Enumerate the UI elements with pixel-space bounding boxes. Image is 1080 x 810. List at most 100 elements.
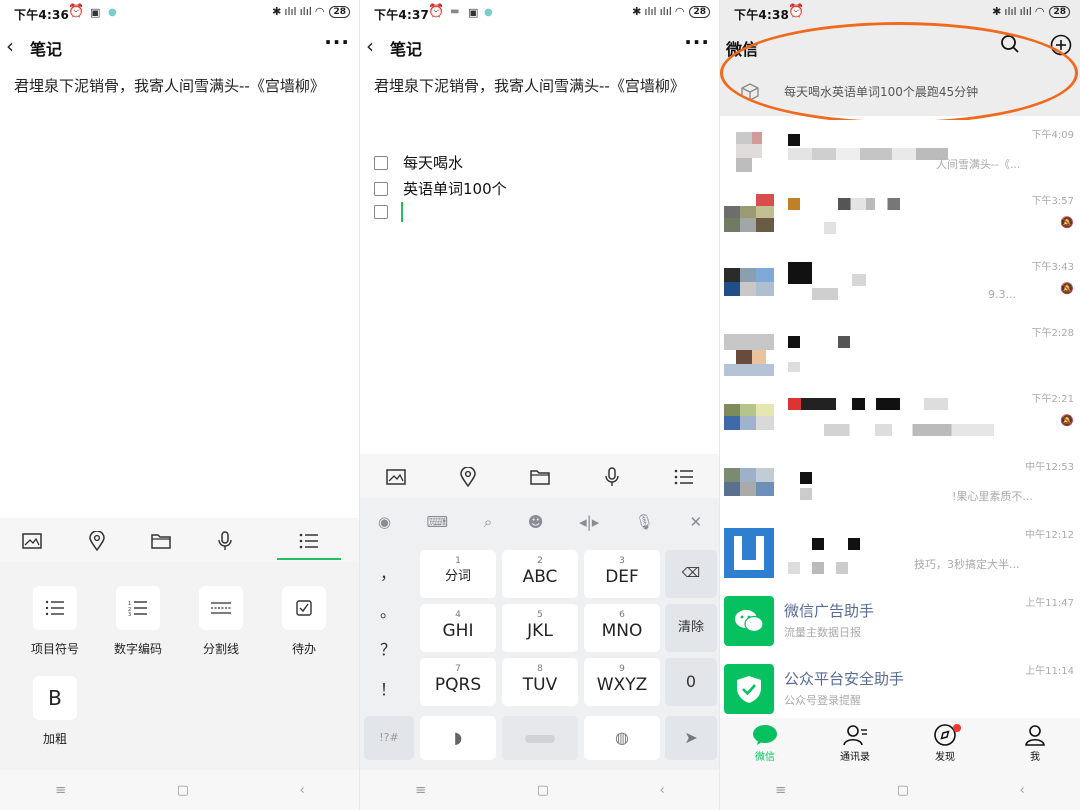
language-key[interactable]: ◍ (584, 716, 660, 760)
chat-row[interactable]: 上午11:47 微信广告助手 流量主数据日报 (720, 588, 1080, 656)
more-icon[interactable]: ··· (684, 30, 710, 54)
chat-preview: 流量主数据日报 (784, 626, 861, 639)
search-icon[interactable]: ⌕ (484, 513, 492, 531)
back-icon[interactable]: ‹ (6, 34, 14, 58)
clear-key[interactable]: 清除 (665, 604, 717, 652)
compass-icon (905, 722, 985, 748)
chat-preview: 9.3... (988, 288, 1016, 301)
chat-row[interactable]: 中午12:53 !果心里素质不... (720, 452, 1080, 520)
folder-icon[interactable] (148, 528, 174, 554)
status-right: ✱ ılıl ılıl ◠ 28 (272, 5, 350, 18)
space-key[interactable] (502, 716, 578, 760)
t9-key[interactable]: 2 ABC (502, 550, 578, 598)
home-nav-icon[interactable]: ▢ (177, 783, 189, 798)
symbol-key[interactable]: !?# (364, 716, 414, 760)
tab-me[interactable]: 我 (995, 718, 1075, 770)
back-icon[interactable]: ‹ (366, 34, 374, 58)
bluetooth-icon: ✱ (272, 5, 282, 18)
globe-key[interactable]: ◗ (420, 716, 496, 760)
t9-key[interactable]: 3 DEF (584, 550, 660, 598)
floating-note-bar[interactable]: 每天喝水英语单词100个晨跑45分钟 (720, 70, 1080, 116)
punct-key[interactable]: ， (364, 560, 412, 584)
todo-item[interactable]: 每天喝水 (374, 152, 463, 173)
chat-row[interactable]: 下午3:57 🔕 (720, 186, 1080, 254)
signal-icon: ılıl (299, 5, 312, 18)
bullet-list-button[interactable]: 项目符号 (20, 586, 90, 657)
chat-row[interactable]: 下午3:43 9.3... 🔕 (720, 252, 1080, 320)
t9-key[interactable]: 6 MNO (584, 604, 660, 652)
cursor-move-icon[interactable]: ◂|▸ (579, 513, 599, 531)
ime-logo-icon[interactable]: ◉ (378, 513, 391, 531)
tab-chats[interactable]: 微信 (725, 718, 805, 770)
checkbox-icon[interactable] (374, 205, 388, 219)
location-icon[interactable] (455, 464, 481, 490)
mic-icon[interactable] (212, 528, 238, 554)
notification-icon: ● (108, 7, 117, 18)
back-nav-icon[interactable]: ‹ (1020, 783, 1025, 798)
chat-row[interactable]: 中午12:12 技巧，3秒搞定大半... (720, 520, 1080, 588)
tab-label: 通讯录 (840, 752, 870, 763)
t9-key[interactable]: 5 JKL (502, 604, 578, 652)
blurred-message (788, 562, 848, 574)
punct-key[interactable]: ？ (364, 636, 412, 660)
t9-key[interactable]: 8 TUV (502, 658, 578, 706)
todo-button[interactable]: 待办 (269, 586, 339, 657)
tab-discover[interactable]: 发现 (905, 718, 985, 770)
chat-row[interactable]: 下午4:09 人间雪满头--《... (720, 120, 1080, 188)
battery-icon: 28 (329, 5, 350, 18)
note-header: ‹ 笔记 ··· (360, 30, 720, 62)
chat-row[interactable]: 上午11:14 公众平台安全助手 公众号登录提醒 (720, 656, 1080, 724)
page-title: 微信 (726, 40, 759, 59)
menu-nav-icon[interactable]: ≡ (55, 783, 66, 798)
menu-nav-icon[interactable]: ≡ (415, 783, 426, 798)
bold-button[interactable]: B 加粗 (20, 676, 90, 747)
chat-row[interactable]: 下午2:28 (720, 318, 1080, 386)
key-letters: ABC (522, 567, 558, 587)
add-icon[interactable] (1050, 34, 1072, 60)
todo-item[interactable]: 英语单词100个 (374, 178, 507, 199)
menu-nav-icon[interactable]: ≡ (775, 783, 786, 798)
note-content[interactable]: 君埋泉下泥销骨，我寄人间雪满头--《宫墙柳》 (374, 74, 704, 98)
note-content[interactable]: 君埋泉下泥销骨，我寄人间雪满头--《宫墙柳》 (14, 74, 344, 98)
blurred-message (824, 424, 994, 436)
t9-key[interactable]: 1 分词 (420, 550, 496, 598)
todo-item[interactable] (374, 202, 403, 222)
punct-key[interactable]: ！ (364, 676, 412, 700)
status-right: ✱ ılıl ılıl ◠ 28 (992, 5, 1070, 18)
t9-key[interactable]: 4 GHI (420, 604, 496, 652)
chat-row[interactable]: 下午2:21 🔕 (720, 384, 1080, 452)
tab-contacts[interactable]: 通讯录 (815, 718, 895, 770)
location-icon[interactable] (84, 528, 110, 554)
checkbox-icon[interactable] (374, 155, 388, 170)
search-icon[interactable] (1000, 34, 1020, 58)
chat-time: 下午4:09 (1031, 130, 1074, 141)
keyboard-icon[interactable]: ⌨ (427, 513, 449, 531)
folder-icon[interactable] (527, 464, 553, 490)
checkbox-icon[interactable] (374, 181, 388, 196)
zero-key[interactable]: 0 (665, 658, 717, 706)
image-icon[interactable] (19, 528, 45, 554)
image-icon[interactable] (383, 464, 409, 490)
more-icon[interactable]: ··· (324, 30, 350, 54)
punct-key[interactable]: 。 (364, 598, 412, 622)
backspace-key[interactable]: ⌫ (665, 550, 717, 598)
numbered-list-button[interactable]: 123 数字编码 (103, 586, 173, 657)
back-nav-icon[interactable]: ‹ (660, 783, 665, 798)
avatar (724, 194, 774, 244)
notification-icon: ▣ (468, 6, 479, 19)
voice-icon[interactable]: 🎙 (635, 513, 654, 531)
svg-text:3: 3 (128, 612, 131, 616)
t9-key[interactable]: 9 WXYZ (584, 658, 660, 706)
t9-key[interactable]: 7 PQRS (420, 658, 496, 706)
mic-icon[interactable] (599, 464, 625, 490)
home-nav-icon[interactable]: ▢ (897, 783, 909, 798)
send-key[interactable]: ➤ (665, 716, 717, 760)
list-icon[interactable] (671, 464, 697, 490)
divider-button[interactable]: 分割线 (186, 586, 256, 657)
emoji-icon[interactable]: ☻ (528, 513, 544, 531)
close-icon[interactable]: ✕ (690, 513, 703, 531)
back-nav-icon[interactable]: ‹ (300, 783, 305, 798)
list-icon[interactable] (276, 522, 341, 560)
home-nav-icon[interactable]: ▢ (537, 783, 549, 798)
blurred-name (848, 538, 860, 550)
